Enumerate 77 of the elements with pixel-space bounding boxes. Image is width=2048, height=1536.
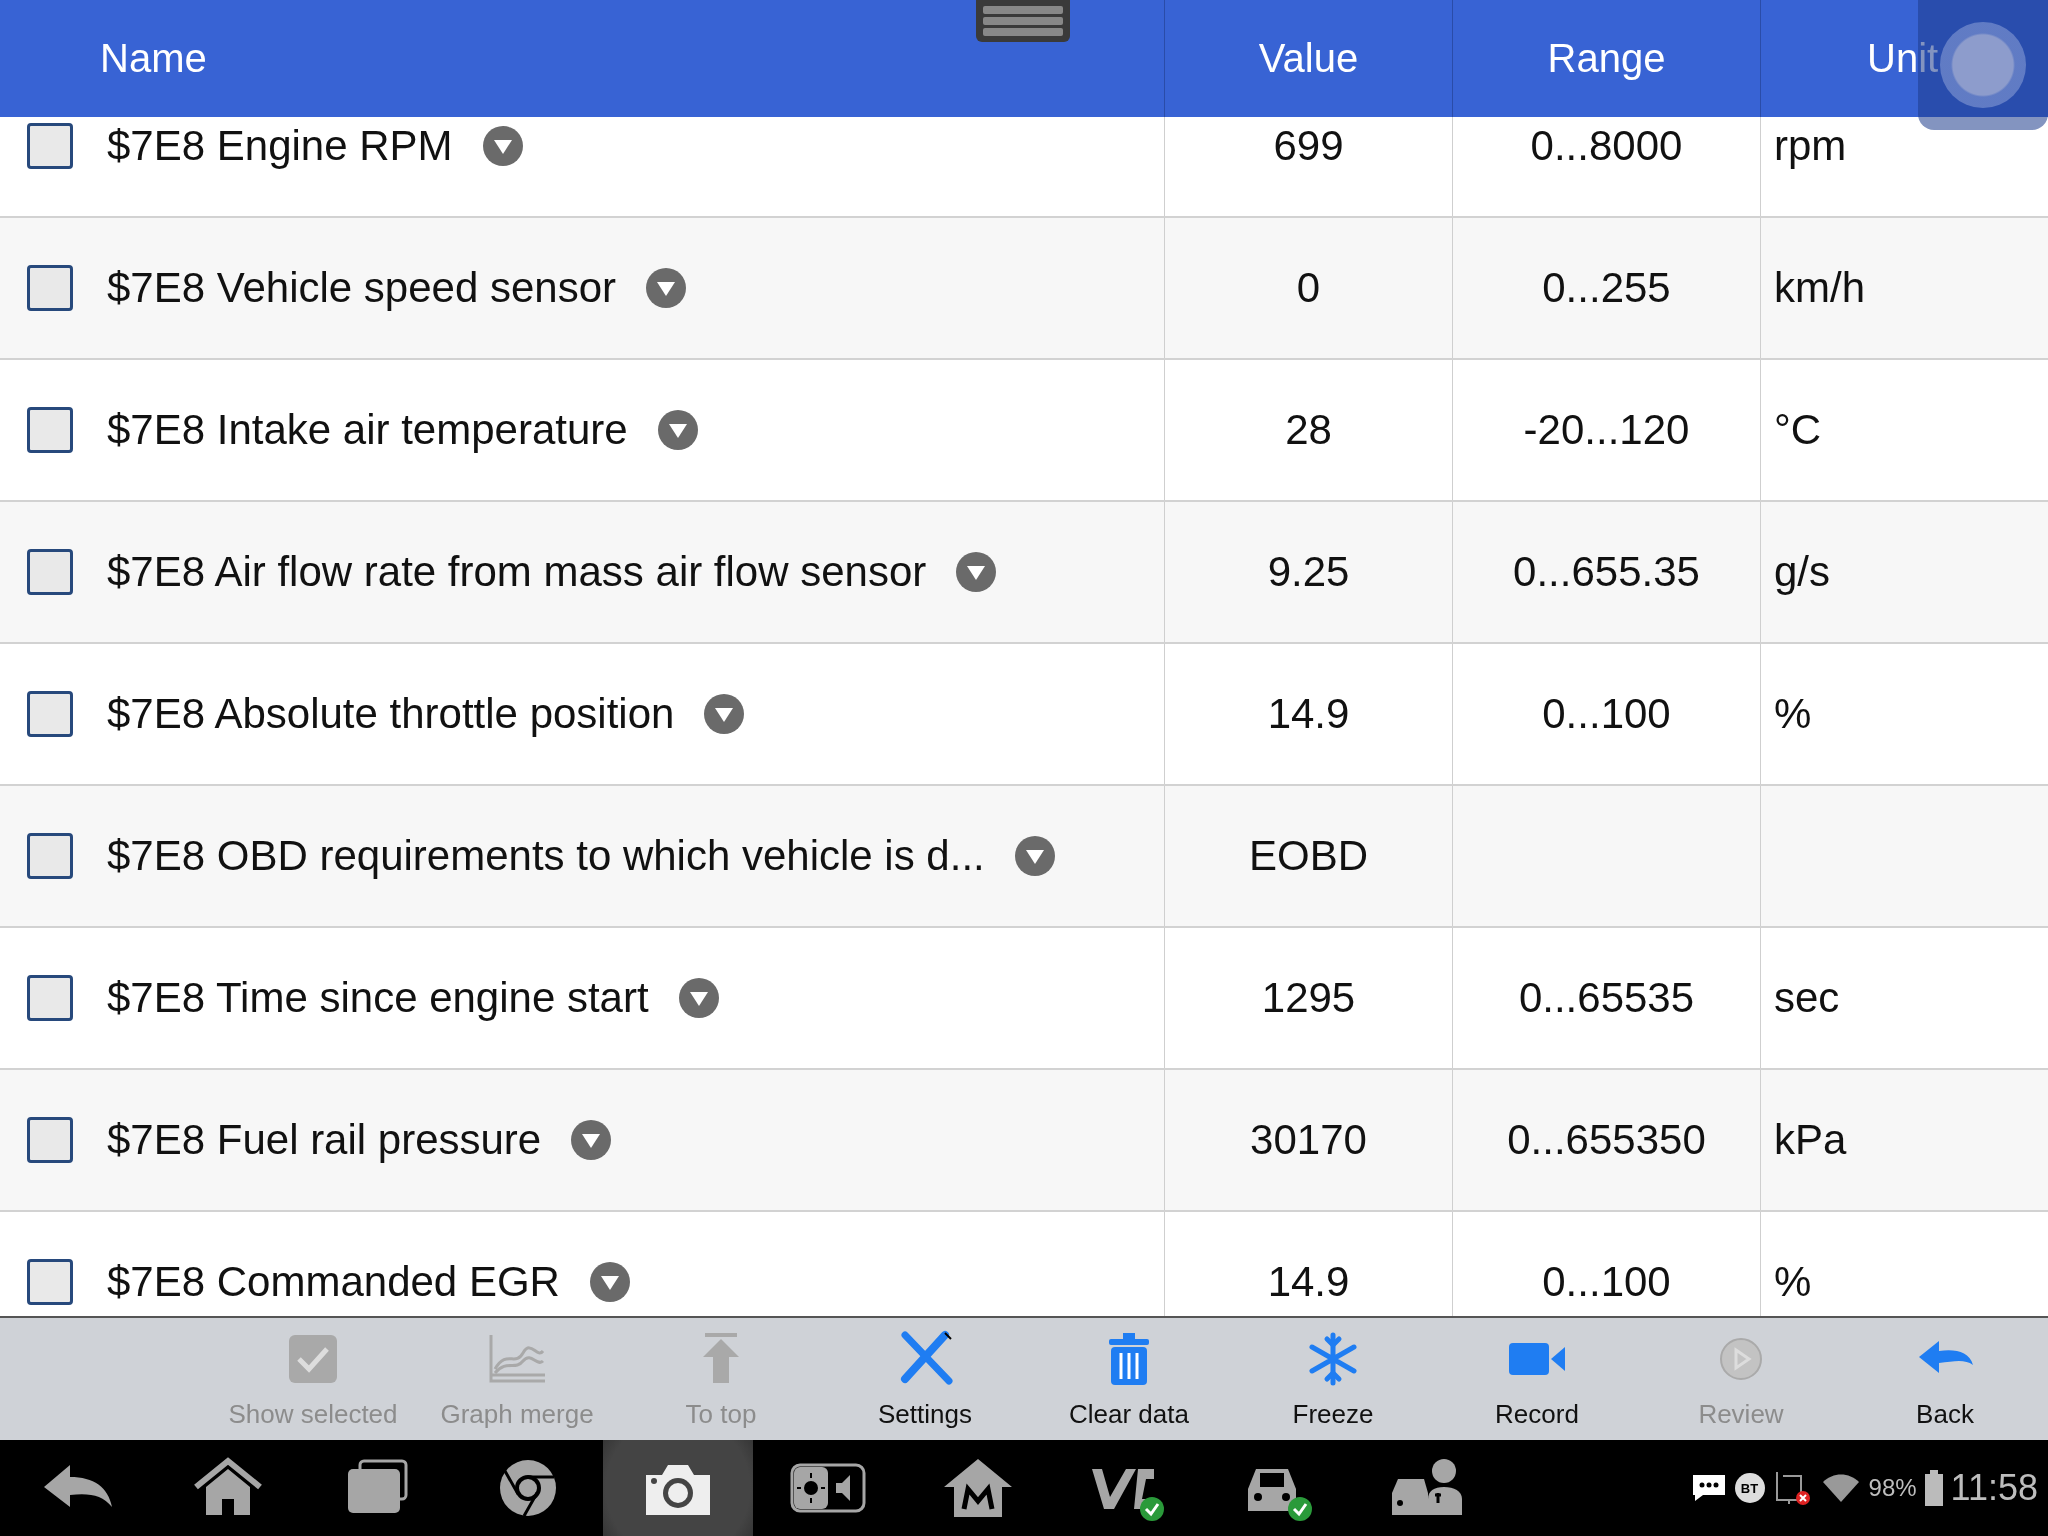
bluetooth-badge: BT [1734,1473,1765,1503]
value-cell: EOBD [1249,832,1368,880]
parameter-name: $7E8 Absolute throttle position [107,690,675,738]
unit-cell: rpm [1774,122,1847,170]
dropdown-icon[interactable] [482,126,523,166]
unit-cell: °C [1774,406,1822,454]
column-header: Range [1547,36,1666,81]
battery-icon [1924,1470,1943,1506]
table-row[interactable]: $7E8 Fuel rail pressure 30170 0...655350 kPa [0,1070,2048,1212]
battery-percent: 98% [1868,1474,1917,1502]
parameter-name: $7E8 Air flow rate from mass air flow sensor [107,548,927,596]
checkbox[interactable] [27,407,73,453]
checkbox[interactable] [27,1259,73,1305]
value-cell: 1295 [1261,974,1356,1022]
toolbar-button[interactable]: Freeze [1231,1318,1435,1440]
range-cell: 0...655350 [1507,1116,1706,1164]
parameter-name: $7E8 Vehicle speed sensor [107,264,617,312]
range-cell: 0...255 [1542,264,1671,312]
value-cell: 30170 [1250,1116,1367,1164]
dropdown-icon[interactable] [646,268,687,308]
unit-cell: % [1774,690,1812,738]
message-icon [1690,1473,1727,1503]
unit-cell: g/s [1774,548,1831,596]
wifi-icon [1820,1472,1861,1504]
parameter-name: $7E8 Intake air temperature [107,406,628,454]
checkbox[interactable] [27,691,73,737]
checkbox[interactable] [27,1117,73,1163]
unit-cell: % [1774,1258,1812,1306]
column-header: Name [100,36,207,81]
table-row[interactable]: $7E8 Intake air temperature 28 -20...120 °C [0,360,2048,502]
toolbar-button[interactable]: Record [1435,1318,1639,1440]
checkbox[interactable] [27,975,73,1021]
parameter-name: $7E8 Commanded EGR [107,1258,560,1306]
dropdown-icon[interactable] [678,978,719,1018]
parameter-name: $7E8 OBD requirements to which vehicle is d... [107,832,985,880]
value-cell: 0 [1296,264,1321,312]
dropdown-icon[interactable] [704,694,745,734]
drag-handle[interactable] [976,0,1070,42]
range-cell: 0...65535 [1518,974,1695,1022]
range-cell: 0...8000 [1530,122,1683,170]
toolbar-button[interactable]: Settings [823,1318,1027,1440]
range-cell: 0...655.35 [1513,548,1700,596]
dropdown-icon[interactable] [571,1120,612,1160]
table-row[interactable]: $7E8 Time since engine start 1295 0...65535 sec [0,928,2048,1070]
table-row[interactable]: $7E8 OBD requirements to which vehicle is d... EOBD [0,786,2048,928]
clock: 11:58 [1950,1467,2038,1509]
column-header: Value [1258,36,1359,81]
nav-button[interactable] [603,1440,753,1536]
parameter-name: $7E8 Engine RPM [107,122,453,170]
parameter-name: $7E8 Fuel rail pressure [107,1116,542,1164]
table-row[interactable]: $7E8 Air flow rate from mass air flow sensor 9.25 0...655.35 g/s [0,502,2048,644]
column-header: Unit [1867,36,1939,81]
dropdown-icon[interactable] [657,410,698,450]
unit-cell: kPa [1774,1116,1847,1164]
range-cell: 0...100 [1542,1258,1671,1306]
value-cell: 9.25 [1267,548,1350,596]
value-cell: 14.9 [1267,690,1350,738]
table-row[interactable]: $7E8 Engine RPM 699 0...8000 rpm [0,117,2048,218]
checkbox[interactable] [27,833,73,879]
range-cell: 0...100 [1542,690,1671,738]
checkbox[interactable] [27,549,73,595]
toolbar-button[interactable]: Clear data [1027,1318,1231,1440]
value-cell: 699 [1273,122,1344,170]
parameter-name: $7E8 Time since engine start [107,974,649,1022]
table-row[interactable]: $7E8 Absolute throttle position 14.9 0...100 % [0,644,2048,786]
dropdown-icon[interactable] [1014,836,1055,876]
unit-cell: sec [1774,974,1840,1022]
checkbox[interactable] [27,265,73,311]
unit-cell: km/h [1774,264,1865,312]
toolbar-button[interactable]: Back [1843,1318,2047,1440]
dropdown-icon[interactable] [589,1262,630,1302]
checkbox[interactable] [27,123,73,169]
value-cell: 14.9 [1267,1258,1350,1306]
range-cell: -20...120 [1523,406,1690,454]
dropdown-icon[interactable] [956,552,997,592]
table-row[interactable]: $7E8 Vehicle speed sensor 0 0...255 km/h [0,218,2048,360]
value-cell: 28 [1285,406,1332,454]
